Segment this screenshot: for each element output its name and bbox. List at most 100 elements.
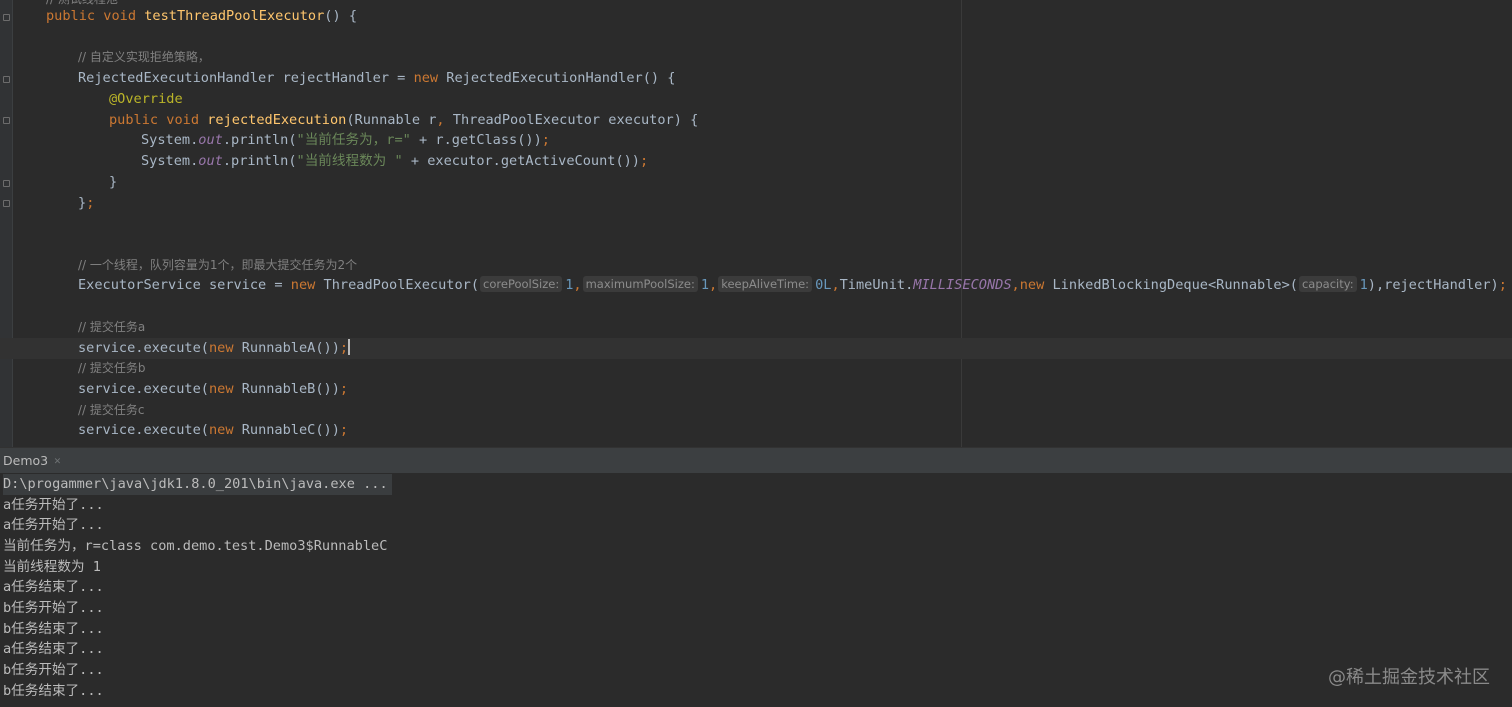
code-line: @Override (0, 89, 1512, 110)
console-line: b任务开始了... (3, 600, 104, 616)
code-line: }; (0, 193, 1512, 214)
static-field: out (198, 132, 223, 148)
code-text: .println( (222, 132, 297, 148)
semicolon: ; (1498, 277, 1507, 293)
console-line: a任务开始了... (3, 497, 104, 513)
code-comment: // 提交任务c (78, 403, 145, 417)
parameter-hint: keepAliveTime: (718, 276, 813, 292)
code-text: + r.getClass()) (410, 132, 542, 148)
code-line: public void rejectedExecution(Runnable r… (0, 110, 1512, 131)
code-text: .println( (222, 153, 297, 169)
static-field: MILLISECONDS (913, 277, 1012, 293)
comma: , (709, 277, 718, 293)
current-code-line: service.execute(new RunnableA()); (0, 338, 1512, 359)
string-literal: "当前线程数为 " (296, 153, 403, 169)
code-text: (Runnable r (346, 112, 437, 128)
keyword: new (1019, 277, 1045, 293)
keyword: public void (46, 8, 145, 24)
comma: , (831, 277, 840, 293)
method-name: rejectedExecution (207, 112, 347, 128)
code-text: ThreadPoolExecutor( (315, 277, 480, 293)
watermark: @稀土掘金技术社区 (1328, 667, 1490, 688)
code-line: } (0, 172, 1512, 193)
code-text: System. (141, 153, 199, 169)
code-line: ExecutorService service = new ThreadPool… (0, 275, 1512, 296)
code-text: RejectedExecutionHandler rejectHandler = (78, 70, 414, 86)
console-line: b任务开始了... (3, 662, 104, 678)
run-tool-window-tabs: Demo3 ✕ (0, 447, 1512, 473)
code-text: + executor.getActiveCount()) (402, 153, 640, 169)
run-console[interactable]: D:\progammer\java\jdk1.8.0_201\bin\java.… (0, 473, 1512, 707)
run-tab-demo3[interactable]: Demo3 ✕ (0, 448, 61, 473)
code-line: System.out.println("当前任务为，r=" + r.getCla… (0, 130, 1512, 151)
parameter-hint: corePoolSize: (480, 276, 563, 292)
keyword: public void (109, 112, 208, 128)
code-text: service.execute( (78, 422, 209, 438)
code-line: System.out.println("当前线程数为 " + executor.… (0, 151, 1512, 172)
code-text: service.execute( (78, 340, 209, 356)
code-line: // 提交任务c (0, 400, 1512, 421)
keyword: new (208, 381, 234, 397)
parameter-hint: maximumPoolSize: (582, 276, 698, 292)
code-editor[interactable]: // 测试线程池 public void testThreadPoolExecu… (0, 0, 1512, 447)
code-text: ThreadPoolExecutor executor) { (444, 112, 699, 128)
code-comment: // 一个线程，队列容量为1个，即最大提交任务为2个 (78, 258, 358, 272)
semicolon: ; (541, 132, 550, 148)
close-icon[interactable]: ✕ (54, 454, 61, 467)
annotation: @Override (109, 91, 183, 107)
semicolon: ; (640, 153, 649, 169)
semicolon: ; (86, 195, 95, 211)
parameter-hint: capacity: (1298, 276, 1357, 292)
code-line: // 一个线程，队列容量为1个，即最大提交任务为2个 (0, 255, 1512, 276)
code-line: RejectedExecutionHandler rejectHandler =… (0, 68, 1512, 89)
code-text: ),rejectHandler) (1367, 277, 1499, 293)
comma: , (1011, 277, 1020, 293)
string-literal: "当前任务为，r=" (296, 132, 411, 148)
code-comment: // 提交任务b (78, 361, 146, 375)
code-comment: // 自定义实现拒绝策略， (78, 50, 210, 64)
comma: , (573, 277, 582, 293)
console-line: 当前任务为，r=class com.demo.test.Demo3$Runnab… (3, 538, 388, 554)
console-line: a任务开始了... (3, 517, 104, 533)
console-line: b任务结束了... (3, 683, 104, 699)
console-line: a任务结束了... (3, 579, 104, 595)
code-comment: // 提交任务a (78, 320, 146, 334)
code-text: } (78, 195, 87, 211)
comma: , (436, 112, 445, 128)
keyword: new (208, 340, 234, 356)
code-text: System. (141, 132, 199, 148)
code-text: service.execute( (78, 381, 209, 397)
keyword: new (290, 277, 316, 293)
code-text: ExecutorService service = (78, 277, 291, 293)
code-line: // 提交任务b (0, 358, 1512, 379)
code-text: RunnableB()) (233, 381, 340, 397)
semicolon: ; (339, 381, 349, 397)
semicolon: ; (339, 340, 349, 356)
number-literal: 1 (1359, 277, 1368, 293)
code-text: () { (324, 8, 358, 24)
code-text: RunnableC()) (233, 422, 340, 438)
code-line: service.execute(new RunnableB()); (0, 379, 1512, 400)
code-text: } (109, 174, 118, 190)
console-command-line: D:\progammer\java\jdk1.8.0_201\bin\java.… (3, 474, 392, 495)
text-caret (348, 339, 350, 355)
code-line: public void testThreadPoolExecutor() { (0, 6, 1512, 27)
number-literal: 1 (700, 277, 710, 293)
semicolon: ; (339, 422, 349, 438)
console-line: a任务结束了... (3, 641, 104, 657)
code-line: // 提交任务a (0, 317, 1512, 338)
code-text: TimeUnit. (839, 277, 914, 293)
keyword: new (208, 422, 234, 438)
console-line: 当前线程数为 1 (3, 559, 101, 575)
number-literal: 0L (815, 277, 832, 293)
code-line: // 自定义实现拒绝策略， (0, 47, 1512, 68)
code-line: service.execute(new RunnableC()); (0, 420, 1512, 441)
console-line: b任务结束了... (3, 621, 104, 637)
code-text: RunnableA()) (233, 340, 340, 356)
code-text: LinkedBlockingDeque<Runnable>( (1044, 277, 1298, 293)
static-field: out (198, 153, 223, 169)
code-text: RejectedExecutionHandler() { (438, 70, 676, 86)
run-tab-label: Demo3 (3, 453, 49, 468)
method-name: testThreadPoolExecutor (144, 8, 325, 24)
keyword: new (413, 70, 439, 86)
